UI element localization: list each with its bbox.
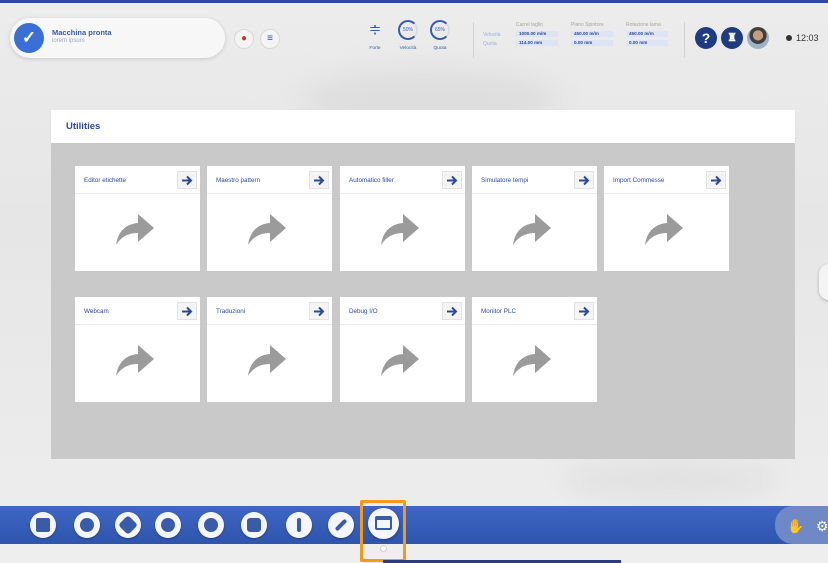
stats-row-label: Quota	[483, 41, 497, 47]
stats-cell: 450.00 m/m	[571, 31, 613, 37]
background-blur	[560, 460, 780, 500]
tile-maestro-pattern[interactable]: Maestro pattern	[207, 166, 332, 271]
stats-panel: Carrel taglio Piano Spintore Rotazione l…	[473, 22, 685, 58]
share-arrow-icon	[645, 214, 683, 245]
tile-header: Debug I/O	[340, 297, 465, 325]
tile-label: Maestro pattern	[216, 177, 261, 184]
tile-label: Debug I/O	[349, 308, 378, 315]
lines-icon: ≑	[368, 21, 382, 38]
share-arrow-icon	[116, 345, 154, 376]
arrow-right-icon[interactable]	[442, 302, 462, 320]
stats-cell: 1000.00 m/m	[516, 31, 558, 37]
tool-label: Velocità	[399, 46, 417, 51]
tile-label: Webcam	[84, 308, 109, 315]
move-icon[interactable]	[115, 512, 141, 538]
tile-editor-etichette[interactable]: Editor etichette	[75, 166, 200, 271]
gear-icon[interactable]: ⚙	[816, 518, 828, 535]
tile-header: Automatico filler	[340, 166, 465, 194]
utilities-header: Utilities	[51, 110, 795, 143]
tool-forte[interactable]: ≑ Forte	[360, 20, 390, 51]
quota-gauge-icon: 65%	[430, 20, 450, 40]
wrench-icon[interactable]	[328, 512, 354, 538]
tile-header: Traduzioni	[207, 297, 332, 325]
share-arrow-icon	[513, 214, 551, 245]
tool-quota[interactable]: 65% Quota	[425, 20, 455, 51]
screen-shape	[375, 516, 392, 530]
tile-import-commesse[interactable]: Import Commesse	[604, 166, 729, 271]
stats-cell: 450.00 m/m	[626, 31, 668, 37]
status-title: Macchina pronta	[52, 28, 112, 37]
tile-header: Simulatore tempi	[472, 166, 597, 194]
stats-icon[interactable]	[241, 512, 267, 538]
tile-header: Maestro pattern	[207, 166, 332, 194]
stats-column-header: Carrel taglio	[516, 22, 543, 28]
avatar[interactable]	[747, 27, 769, 49]
arrow-right-icon[interactable]	[706, 171, 726, 189]
stats-cell: 114.00 mm	[516, 40, 558, 46]
tile-header: Import Commesse	[604, 166, 729, 194]
tile-label: Simulatore tempi	[481, 177, 529, 184]
help-button[interactable]: ?	[695, 27, 717, 49]
clock-time: 12:03	[796, 33, 819, 43]
tile-header: Editor etichette	[75, 166, 200, 194]
tile-label: Editor etichette	[84, 177, 127, 184]
machine-status[interactable]: ✓ Macchina pronta lorem ipsum	[10, 18, 225, 58]
share-arrow-icon	[248, 214, 286, 245]
tile-monitor-plc[interactable]: Monitor PLC	[472, 297, 597, 402]
stats-row-label: Velocità	[483, 32, 501, 38]
stats-cell: 0.00 mm	[571, 40, 613, 46]
arrow-right-icon[interactable]	[177, 302, 197, 320]
settings-icon[interactable]	[198, 512, 224, 538]
warning-icon[interactable]	[286, 512, 312, 538]
tool-velocita[interactable]: 50% Velocità	[393, 20, 423, 51]
share-arrow-icon	[381, 214, 419, 245]
tile-header: Monitor PLC	[472, 297, 597, 325]
tile-label: Monitor PLC	[481, 308, 516, 315]
arrow-right-icon[interactable]	[574, 302, 594, 320]
clock: 12:03	[786, 33, 819, 43]
tile-simulatore-tempi[interactable]: Simulatore tempi	[472, 166, 597, 271]
page-title: Utilities	[66, 121, 101, 132]
stats-cell: 0.00 mm	[626, 40, 668, 46]
share-arrow-icon	[381, 345, 419, 376]
arrow-right-icon[interactable]	[309, 171, 329, 189]
tile-traduzioni[interactable]: Traduzioni	[207, 297, 332, 402]
clock-icon	[786, 35, 792, 41]
hand-icon[interactable]: ✋	[787, 518, 804, 535]
arrow-right-icon[interactable]	[574, 171, 594, 189]
status-subtitle: lorem ipsum	[52, 38, 85, 44]
share-arrow-icon	[248, 345, 286, 376]
arrow-right-icon[interactable]	[177, 171, 197, 189]
top-accent-line	[0, 0, 828, 3]
tool-label: Quota	[433, 46, 447, 51]
stats-column-header: Piano Spintore	[571, 22, 604, 28]
tile-webcam[interactable]: Webcam	[75, 297, 200, 402]
tile-header: Webcam	[75, 297, 200, 325]
share-arrow-icon	[116, 214, 154, 245]
tool-label: Forte	[369, 46, 381, 51]
app-window: ✓ Macchina pronta lorem ipsum ● ≡ ≑ Fort…	[0, 0, 828, 563]
active-indicator	[380, 545, 387, 552]
home-icon[interactable]	[30, 512, 56, 538]
tile-label: Automatico filler	[349, 177, 394, 184]
operator-icon[interactable]: ♜	[721, 27, 743, 49]
tile-automatico-filler[interactable]: Automatico filler	[340, 166, 465, 271]
side-panel-handle[interactable]	[819, 264, 828, 300]
palette-icon[interactable]: ●	[234, 29, 254, 49]
check-icon: ✓	[14, 23, 44, 53]
share-arrow-icon	[513, 345, 551, 376]
arrow-right-icon[interactable]	[442, 171, 462, 189]
stats-column-header: Rotazione lama	[626, 22, 661, 28]
edit-icon[interactable]	[74, 512, 100, 538]
tile-label: Traduzioni	[216, 308, 246, 315]
network-icon[interactable]	[155, 512, 181, 538]
speed-gauge-icon: 50%	[398, 20, 418, 40]
tile-label: Import Commesse	[613, 177, 665, 184]
tile-debug-io[interactable]: Debug I/O	[340, 297, 465, 402]
monitor-icon[interactable]	[368, 508, 399, 539]
layers-icon[interactable]: ≡	[260, 29, 280, 49]
arrow-right-icon[interactable]	[309, 302, 329, 320]
